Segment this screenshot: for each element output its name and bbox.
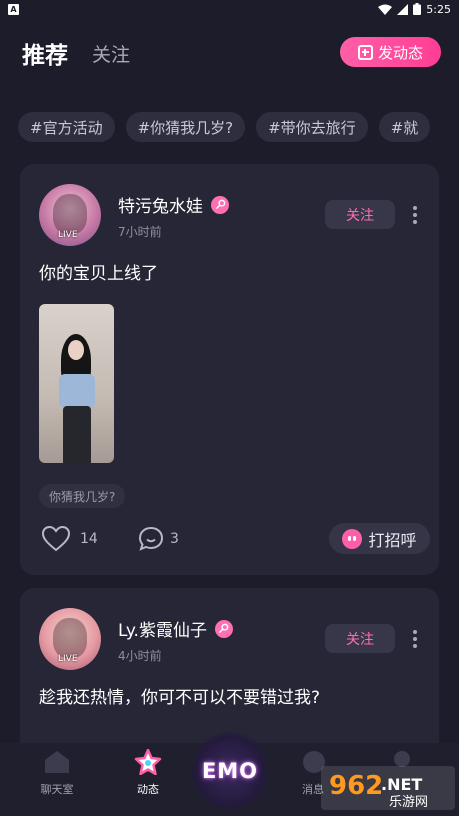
- avatar[interactable]: LIVE: [39, 184, 101, 246]
- topic-chip[interactable]: #你猜我几岁?: [125, 112, 246, 142]
- tab-recommend[interactable]: 推荐: [22, 36, 68, 70]
- topic-chip[interactable]: #官方活动: [18, 112, 115, 142]
- app-notification-icon: A: [8, 3, 19, 15]
- post-button-label: 发动态: [377, 43, 423, 62]
- post-username[interactable]: 特污兔水娃: [118, 192, 229, 217]
- greet-label: 打招呼: [368, 530, 417, 550]
- heart-icon: [42, 526, 70, 552]
- nav-feed[interactable]: 动态: [118, 749, 178, 797]
- nav-chatroom[interactable]: 聊天室: [27, 749, 87, 797]
- follow-button[interactable]: 关注: [325, 200, 395, 229]
- battery-icon: [413, 3, 422, 15]
- status-bar: A 5:25: [0, 0, 459, 18]
- watermark-suffix: .NET: [381, 775, 422, 794]
- greet-button[interactable]: 打招呼: [329, 523, 430, 554]
- greet-face-icon: [342, 528, 363, 549]
- more-options-icon[interactable]: [413, 630, 417, 648]
- watermark-brand: 962: [329, 771, 383, 801]
- post-button[interactable]: 发动态: [340, 37, 441, 67]
- post-text: 趁我还热情，你可不可以不要错过我?: [39, 688, 321, 708]
- top-header: 推荐 关注 发动态: [0, 30, 459, 76]
- post-time: 7小时前: [118, 225, 162, 239]
- avatar[interactable]: LIVE: [39, 608, 101, 670]
- like-count: 14: [80, 531, 98, 547]
- tab-follow[interactable]: 关注: [92, 40, 130, 67]
- wifi-icon: [378, 4, 393, 15]
- nav-chatroom-label: 聊天室: [40, 783, 74, 796]
- post-card[interactable]: LIVE 特污兔水娃 7小时前 关注 你的宝贝上线了 你猜我几岁? 14 3 打…: [20, 164, 439, 575]
- comment-count: 3: [170, 531, 179, 547]
- comment-button[interactable]: 3: [138, 523, 179, 555]
- watermark-sub: 乐游网: [389, 795, 428, 810]
- post-topic-tag[interactable]: 你猜我几岁?: [39, 484, 126, 508]
- topic-chip[interactable]: #就: [378, 112, 431, 142]
- username-text: 特污兔水娃: [118, 197, 203, 217]
- emo-center-button[interactable]: EMO: [190, 731, 270, 811]
- username-text: Ly.紫霞仙子: [118, 621, 207, 641]
- star-icon: [134, 749, 162, 775]
- topic-chip-row: #官方活动 #你猜我几岁? #带你去旅行 #就: [18, 112, 459, 142]
- site-watermark: 962 .NET 乐游网: [321, 764, 455, 812]
- follow-button[interactable]: 关注: [325, 624, 395, 653]
- post-text: 你的宝贝上线了: [39, 264, 158, 284]
- status-time: 5:25: [426, 2, 451, 16]
- more-options-icon[interactable]: [413, 206, 417, 224]
- post-time: 4小时前: [118, 649, 162, 663]
- nav-feed-label: 动态: [137, 783, 159, 796]
- live-tag: LIVE: [58, 230, 78, 240]
- post-photo[interactable]: [39, 304, 114, 463]
- post-actions: 14 3 打招呼: [42, 523, 430, 555]
- verified-badge-icon: [211, 195, 229, 214]
- watermark-logo: 962 .NET 乐游网: [321, 766, 455, 810]
- home-icon: [45, 751, 69, 773]
- signal-icon: [397, 3, 409, 15]
- live-tag: LIVE: [58, 654, 78, 664]
- like-button[interactable]: 14: [42, 523, 98, 555]
- topic-chip[interactable]: #带你去旅行: [256, 112, 368, 142]
- verified-badge-icon: [214, 619, 233, 638]
- comment-icon: [138, 526, 164, 551]
- post-username[interactable]: Ly.紫霞仙子: [118, 616, 233, 641]
- emo-logo: EMO: [201, 759, 259, 783]
- add-post-icon: [357, 44, 373, 60]
